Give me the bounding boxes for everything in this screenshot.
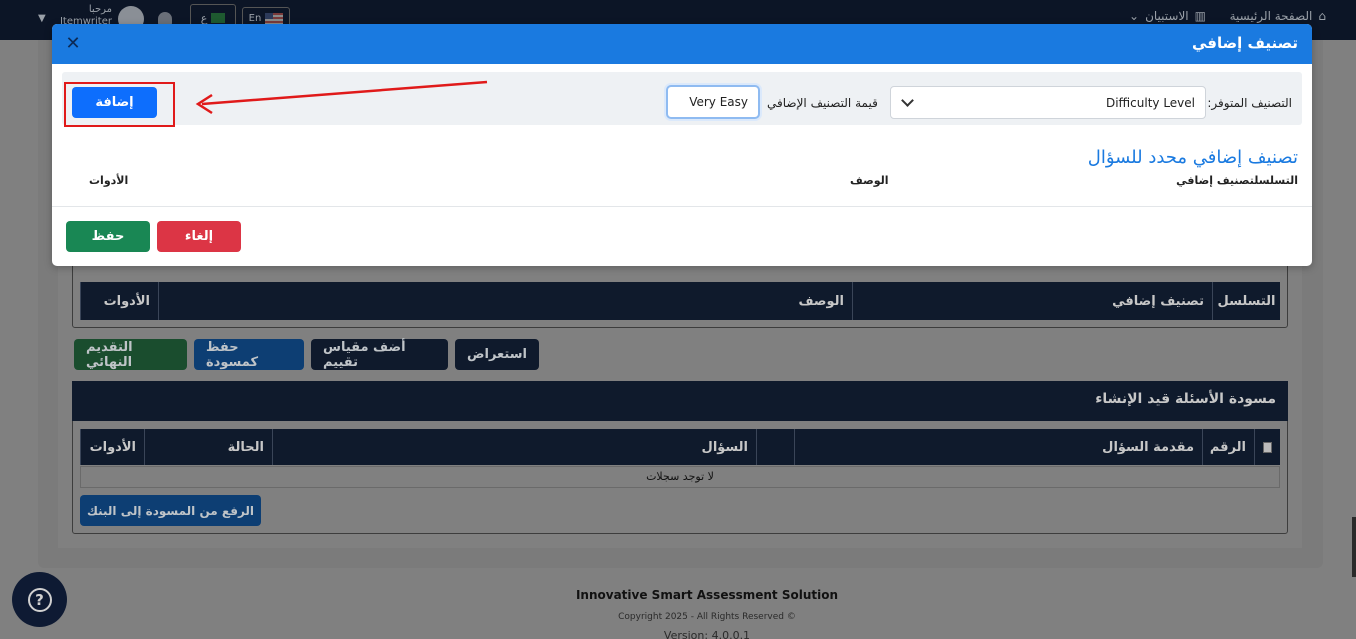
selected-classifications-title: تصنيف إضافي محدد للسؤال [1087,147,1298,168]
lang-en-label: En [248,12,262,24]
add-rubric-button[interactable]: أضف مقياس تقييم [311,339,448,370]
col-description: الوصف [158,282,852,320]
question-mark-icon: ? [27,587,52,612]
footer-copyright: Copyright 2025 - All Rights Reserved © [618,612,796,622]
help-button[interactable]: ? [12,572,67,627]
lang-ar-label: ع [200,11,208,25]
empty-records-row: لا توجد سجلات [80,466,1280,488]
us-flag-icon [265,12,284,24]
caret-down-icon[interactable]: ▼ [38,13,46,24]
col-number: الرقم [1202,429,1254,465]
col-seq: التسلسل [1212,282,1280,320]
col-classification: تصنيف إضافي [852,282,1212,320]
checkbox-icon [1263,441,1272,453]
select-value: Difficulty Level [1105,96,1195,110]
col-intro: مقدمة السؤال [794,429,1202,465]
classification-value-input[interactable] [666,85,760,119]
cancel-button[interactable]: إلغاء [157,221,241,252]
greeting-text: مرحبا [88,4,112,15]
list-header-seq: التسلسلتصنيف إضافي [1176,174,1298,187]
list-header-description: الوصف [850,174,889,187]
footer-title: Innovative Smart Assessment Solution [575,588,839,602]
drafts-title: مسودة الأسئلة قيد الإنشاء [72,381,1288,421]
list-header-tools: الأدوات [89,174,129,187]
final-submit-button[interactable]: التقديم النهائي [74,339,187,370]
save-button[interactable]: حفظ [66,221,150,252]
preview-button[interactable]: استعراض [455,339,539,370]
drafts-table-header: الرقم مقدمة السؤال السؤال الحالة الأدوات [80,429,1280,465]
select-all-checkbox[interactable] [1254,429,1280,465]
col-tools: الأدوات [80,282,158,320]
col-tools: الأدوات [80,429,144,465]
nav-questionnaire-label: الاستبيان [1145,9,1189,23]
modal-header: تصنيف إضافي ✕ [52,24,1312,64]
close-icon[interactable]: ✕ [64,35,82,53]
nav-questionnaire-menu[interactable]: ▥ الاستبيان ⌄ [1129,9,1206,23]
home-icon: ⌂ [1318,9,1326,23]
chevron-down-icon: ⌄ [1129,9,1140,23]
col-spacer [756,429,794,465]
upload-to-bank-button[interactable]: الرفع من المسودة إلى البنك [80,495,261,526]
question-actions: التقديم النهائي حفظ كمسودة أضف مقياس تقي… [74,339,539,370]
chevron-down-icon [901,94,914,107]
book-icon: ▥ [1194,9,1206,23]
annotation-highlight-box [64,82,175,127]
col-status: الحالة [144,429,272,465]
sa-flag-icon [211,13,226,23]
modal-divider [52,206,1312,207]
classification-table-header: التسلسل تصنيف إضافي الوصف الأدوات [80,282,1280,320]
available-classification-select[interactable]: Difficulty Level [890,86,1206,119]
page-scrollbar[interactable] [1352,517,1356,577]
available-classification-label: التصنيف المتوفر: [1207,96,1292,110]
modal-title: تصنيف إضافي [1191,34,1298,52]
classification-value-label: قيمة التصنيف الإضافي [767,96,878,110]
additional-classification-modal: تصنيف إضافي ✕ التصنيف المتوفر: Difficult… [52,24,1312,266]
nav-home-label: الصفحة الرئيسية [1229,9,1313,23]
footer-version: Version: 4.0.0.1 [663,629,751,639]
col-question: السؤال [272,429,756,465]
save-draft-button[interactable]: حفظ كمسودة [194,339,304,370]
nav-home-link[interactable]: ⌂ الصفحة الرئيسية [1230,9,1326,23]
